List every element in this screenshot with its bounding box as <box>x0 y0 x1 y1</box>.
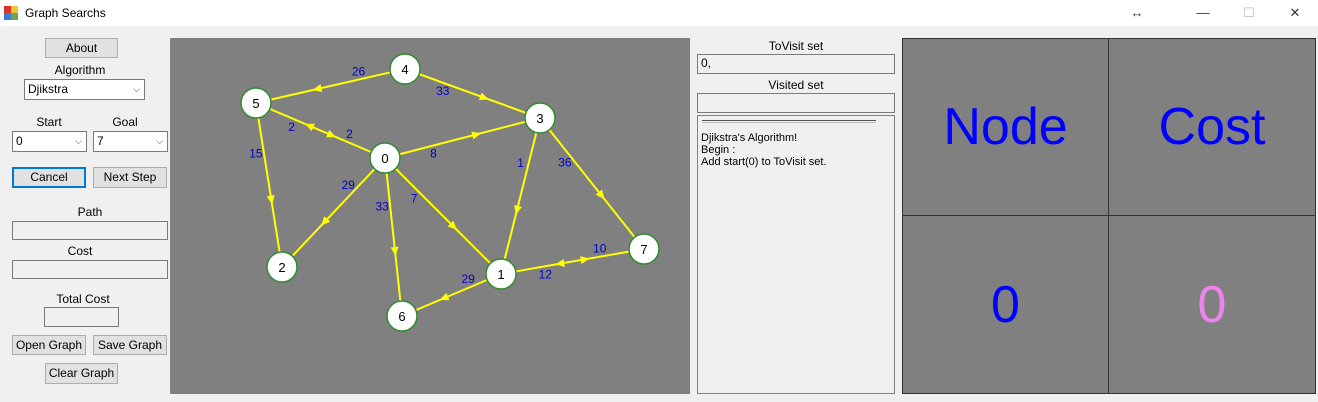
visited-label: Visited set <box>768 78 824 92</box>
graph-canvas[interactable]: 26 33 2 2 15 8 1 36 29 33 7 29 12 10 0 1 2 3 4 5 6 7 <box>170 38 690 394</box>
graph-edge <box>384 157 403 317</box>
node-label: 2 <box>278 260 285 275</box>
log-text: Djikstra's Algorithm! Begin : Add start(… <box>701 132 827 168</box>
total-cost-label: Total Cost <box>56 292 110 306</box>
edge-weight-label: 2 <box>346 127 353 141</box>
edge-weight-label: 15 <box>249 146 263 160</box>
node-label: 3 <box>536 111 543 126</box>
edge-arrow <box>478 92 489 101</box>
algorithm-select[interactable]: Djikstra ⌵ <box>24 79 145 100</box>
window-title: Graph Searchs <box>25 6 106 20</box>
graph-node[interactable]: 6 <box>386 300 418 332</box>
tovisit-label: ToVisit set <box>768 39 824 53</box>
edge-weight-label: 36 <box>558 155 572 169</box>
visited-field[interactable] <box>697 93 895 113</box>
graph-node[interactable]: 7 <box>628 233 660 265</box>
clear-graph-button[interactable]: Clear Graph <box>45 363 118 384</box>
start-label: Start <box>36 115 62 129</box>
edge-weight-label: 8 <box>430 147 437 161</box>
graph-edge <box>255 68 406 104</box>
graph-edge <box>384 157 502 275</box>
graph-edge <box>281 157 386 268</box>
node-label: 7 <box>640 242 647 257</box>
title-bar: Graph Searchs ↔ — ☐ ✕ <box>0 0 1318 26</box>
maximize-button[interactable]: ☐ <box>1226 0 1272 26</box>
edge-weight-label: 2 <box>288 120 295 134</box>
graph-node[interactable]: 0 <box>369 142 401 174</box>
divider <box>702 120 876 123</box>
node-label: 5 <box>252 96 259 111</box>
graph-edge <box>539 117 645 250</box>
path-label: Path <box>77 205 103 219</box>
open-graph-button[interactable]: Open Graph <box>12 335 86 355</box>
close-button[interactable]: ✕ <box>1272 0 1318 26</box>
edge-weight-label: 29 <box>342 178 356 192</box>
header-cost: Cost <box>1109 39 1315 216</box>
chevron-down-icon: ⌵ <box>75 136 82 146</box>
graph-edge <box>384 117 541 159</box>
node-label: 1 <box>497 267 504 282</box>
cost-label: Cost <box>67 244 93 258</box>
edge-weight-label: 7 <box>411 191 418 205</box>
chevron-down-icon: ⌵ <box>156 136 163 146</box>
cancel-button[interactable]: Cancel <box>12 167 86 188</box>
start-select[interactable]: 0 ⌵ <box>12 131 87 152</box>
graph-node[interactable]: 4 <box>389 53 421 85</box>
start-value: 0 <box>16 134 23 148</box>
graph-edge <box>255 102 283 268</box>
algorithm-value: Djikstra <box>28 82 69 96</box>
log-textbox[interactable]: Djikstra's Algorithm! Begin : Add start(… <box>697 115 895 394</box>
graph-edge <box>401 273 502 317</box>
graph-edge <box>404 68 541 119</box>
edge-arrow <box>266 195 275 205</box>
header-node: Node <box>903 39 1109 216</box>
minimize-button[interactable]: — <box>1180 0 1226 26</box>
edge-weight-label: 12 <box>539 267 553 281</box>
path-field[interactable] <box>12 221 168 240</box>
cost-value: 0 <box>1197 275 1227 334</box>
edge-arrow <box>312 84 323 92</box>
graph-node[interactable]: 1 <box>485 258 517 290</box>
edge-weight-label: 10 <box>593 242 607 256</box>
edge-weight-label: 26 <box>352 64 366 78</box>
graph-node[interactable]: 5 <box>240 87 272 119</box>
edge-weight-label: 33 <box>375 199 389 213</box>
graph-edge <box>500 117 541 275</box>
goal-value: 7 <box>97 134 104 148</box>
total-cost-field[interactable] <box>44 307 119 327</box>
graph-node[interactable]: 3 <box>524 102 556 134</box>
next-step-button[interactable]: Next Step <box>93 167 167 188</box>
graph-node[interactable]: 2 <box>266 251 298 283</box>
tovisit-field[interactable]: 0, <box>697 54 895 74</box>
graph-edge <box>500 248 645 275</box>
edge-weight-label: 29 <box>461 272 475 286</box>
node-value: 0 <box>903 216 1109 393</box>
save-graph-button[interactable]: Save Graph <box>93 335 167 355</box>
result-table: Node Cost 0 0 <box>902 38 1316 394</box>
resize-icon: ↔ <box>1130 5 1144 20</box>
goal-select[interactable]: 7 ⌵ <box>93 131 168 152</box>
about-button[interactable]: About <box>45 38 118 58</box>
node-label: 4 <box>401 62 408 77</box>
app-icon <box>4 6 18 20</box>
node-label: 6 <box>398 309 405 324</box>
graph-edge <box>255 102 386 159</box>
chevron-down-icon: ⌵ <box>133 84 140 94</box>
edge-weight-label: 1 <box>517 156 524 170</box>
edge-weight-label: 33 <box>436 84 450 98</box>
edge-arrow <box>555 259 565 267</box>
goal-label: Goal <box>112 115 138 129</box>
graph-svg: 26332215 81 362933729 121001234567 <box>240 53 660 332</box>
edge-arrow <box>580 256 590 264</box>
node-label: 0 <box>381 151 388 166</box>
algorithm-label: Algorithm <box>54 63 106 77</box>
cost-field[interactable] <box>12 260 168 279</box>
